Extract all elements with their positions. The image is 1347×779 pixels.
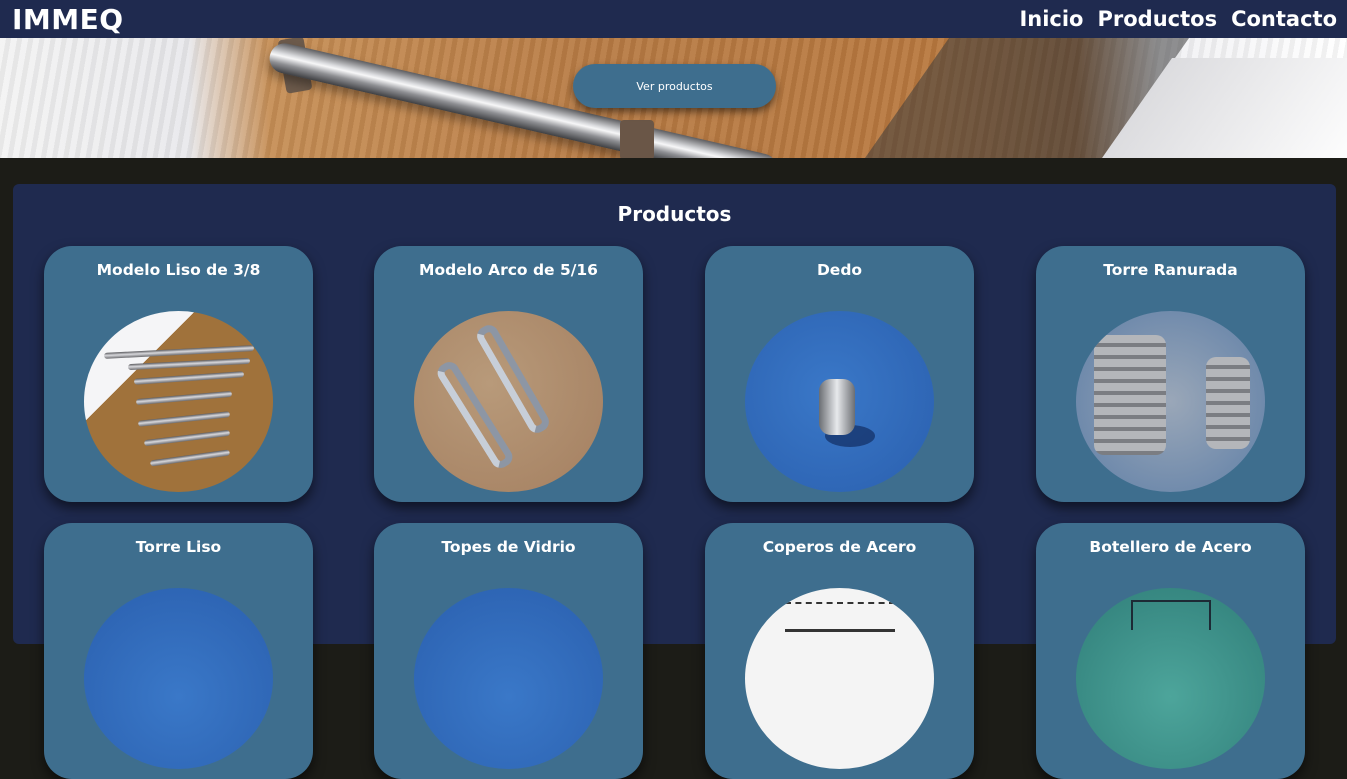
product-card[interactable]: Botellero de Acero (1036, 523, 1305, 779)
nav-link-inicio[interactable]: Inicio (1019, 7, 1083, 31)
product-name: Topes de Vidrio (441, 538, 576, 556)
product-image (1076, 588, 1265, 769)
top-navbar: IMMEQ Inicio Productos Contacto (0, 0, 1347, 38)
products-section: Productos Modelo Liso de 3/8 Modelo Arco… (13, 184, 1336, 779)
view-products-button[interactable]: Ver productos (573, 64, 776, 108)
product-image (1076, 311, 1265, 492)
nav-link-productos[interactable]: Productos (1098, 7, 1218, 31)
section-title: Productos (617, 202, 732, 226)
nav-link-contacto[interactable]: Contacto (1231, 7, 1337, 31)
product-image (745, 588, 934, 769)
hero-handle-post (620, 120, 654, 158)
product-card[interactable]: Torre Ranurada (1036, 246, 1305, 502)
product-image (414, 588, 603, 769)
product-image (84, 311, 273, 492)
product-card[interactable]: Coperos de Acero (705, 523, 974, 779)
product-name: Dedo (816, 261, 863, 279)
product-image (745, 311, 934, 492)
product-name: Modelo Liso de 3/8 (96, 261, 261, 279)
main-nav: Inicio Productos Contacto (1019, 7, 1337, 31)
product-card[interactable]: Modelo Arco de 5/16 (374, 246, 643, 502)
product-card[interactable]: Modelo Liso de 3/8 (44, 246, 313, 502)
product-card[interactable]: Torre Liso (44, 523, 313, 779)
product-image (414, 311, 603, 492)
product-name: Modelo Arco de 5/16 (419, 261, 598, 279)
product-card[interactable]: Dedo (705, 246, 974, 502)
product-image (84, 588, 273, 769)
product-name: Torre Ranurada (1103, 261, 1238, 279)
product-card[interactable]: Topes de Vidrio (374, 523, 643, 779)
product-name: Botellero de Acero (1089, 538, 1252, 556)
product-name: Coperos de Acero (762, 538, 917, 556)
site-logo[interactable]: IMMEQ (12, 3, 124, 36)
product-name: Torre Liso (135, 538, 222, 556)
